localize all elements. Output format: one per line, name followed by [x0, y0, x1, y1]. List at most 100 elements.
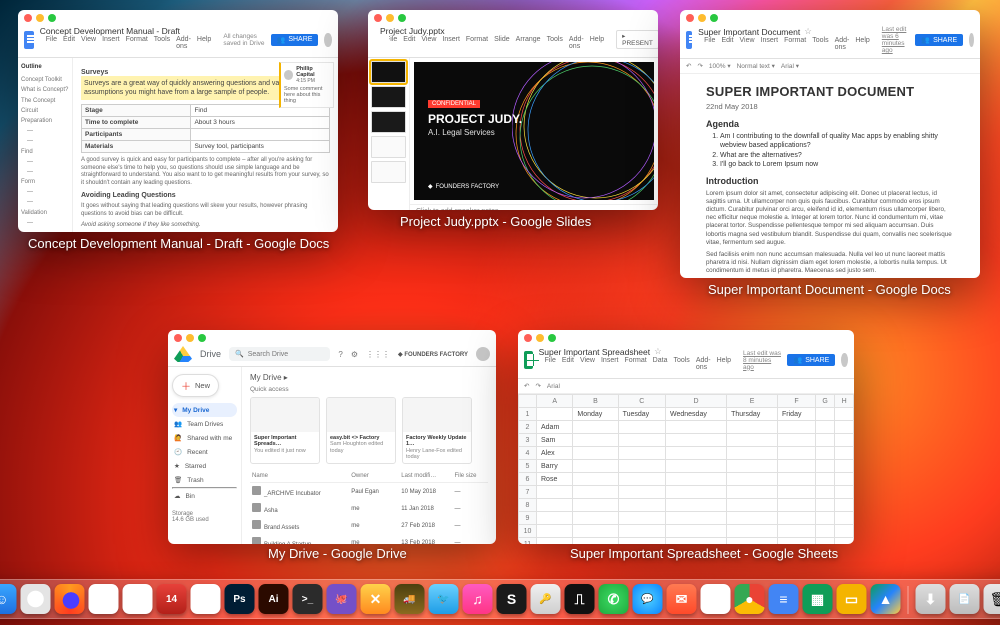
file-table[interactable]: NameOwnerLast modifi…File size _ARCHIVE …	[250, 470, 488, 544]
cell[interactable]	[727, 525, 778, 538]
share-button[interactable]: 👥 SHARE	[787, 354, 835, 366]
outline-item[interactable]: Preparation	[21, 116, 69, 126]
dock-app-firefox[interactable]	[55, 584, 85, 614]
outline-item[interactable]: —	[21, 167, 69, 177]
col-header[interactable]: C	[618, 395, 665, 408]
dock-app-xscope[interactable]: ✕	[361, 584, 391, 614]
menu-item[interactable]: Slide	[494, 36, 510, 50]
cell[interactable]	[835, 512, 854, 525]
row-header[interactable]: 11	[519, 538, 537, 545]
cell[interactable]	[573, 499, 618, 512]
cell[interactable]	[573, 434, 618, 447]
table-header[interactable]: Name	[250, 470, 349, 483]
present-button[interactable]: ▸ PRESENT	[616, 30, 658, 49]
cell[interactable]	[618, 525, 665, 538]
menu-bar[interactable]: FileEditViewInsertFormatDataToolsAdd-ons…	[539, 357, 737, 374]
slide-thumb[interactable]	[371, 61, 406, 83]
cell[interactable]	[618, 460, 665, 473]
dock-trash[interactable]: 🗑	[984, 584, 1000, 614]
menu-item[interactable]: Data	[653, 357, 668, 371]
slide-canvas[interactable]: CONFIDENTIAL PROJECT JUDY. A.I. Legal Se…	[414, 62, 654, 200]
cell[interactable]	[573, 525, 618, 538]
dock-app-sonos[interactable]: S	[497, 584, 527, 614]
breadcrumb[interactable]: My Drive ▸	[250, 371, 488, 386]
cell[interactable]	[778, 512, 816, 525]
row-header[interactable]: 3	[519, 434, 537, 447]
fullscreen-icon[interactable]	[710, 14, 718, 22]
outline-item[interactable]: Concept Toolkit	[21, 75, 69, 85]
table-header[interactable]: Owner	[349, 470, 399, 483]
slide-thumbnails[interactable]	[368, 58, 410, 210]
dock-app-messages[interactable]: 💬	[633, 584, 663, 614]
style-select[interactable]: Normal text ▾	[737, 62, 775, 70]
cell[interactable]	[778, 421, 816, 434]
star-icon[interactable]: ☆	[654, 346, 662, 357]
dock[interactable]: ☺✦✱2214◉PsAi>_🐙✕🚚🐦♫S🔑⎍✆💬✉◆●≡▦▭▲⬇📄🗑	[0, 579, 1000, 619]
avatar[interactable]	[969, 33, 974, 47]
cell[interactable]	[815, 499, 834, 512]
row-header[interactable]: 1	[519, 408, 537, 421]
dock-app-google-sheets[interactable]: ▦	[803, 584, 833, 614]
cell[interactable]: Friday	[778, 408, 816, 421]
menu-item[interactable]: Insert	[442, 36, 460, 50]
doc-title[interactable]: Super Important Spreadsheet	[539, 347, 651, 357]
outline-list[interactable]: Concept ToolkitWhat is Concept?The Conce…	[21, 75, 69, 228]
share-button[interactable]: 👥 SHARE	[271, 34, 319, 46]
dock-app-safari[interactable]: ✦	[21, 584, 51, 614]
col-header[interactable]: D	[666, 395, 727, 408]
menu-bar[interactable]: FileEditViewInsertFormatToolsAdd-onsHelp	[40, 36, 218, 53]
cell[interactable]	[835, 447, 854, 460]
menu-item[interactable]: Format	[466, 36, 488, 50]
cell[interactable]	[727, 512, 778, 525]
menu-item[interactable]: Edit	[403, 36, 415, 50]
cell[interactable]	[727, 473, 778, 486]
menu-item[interactable]: Add-ons	[569, 36, 584, 50]
minimize-icon[interactable]	[36, 14, 44, 22]
doc-title[interactable]: Super Important Document	[698, 27, 800, 37]
cell[interactable]	[666, 447, 727, 460]
dock-app-sketch[interactable]: ◆	[701, 584, 731, 614]
quick-access-card[interactable]: Factory Weekly Update 1…Henry Lane-Fox e…	[402, 397, 472, 464]
cell[interactable]	[573, 538, 618, 545]
traffic-lights[interactable]	[680, 10, 980, 24]
window-docs-concept[interactable]: Concept Development Manual - Draft FileE…	[18, 10, 338, 232]
cell[interactable]: Adam	[537, 421, 573, 434]
col-header[interactable]: B	[573, 395, 618, 408]
menu-item[interactable]: Edit	[63, 36, 75, 50]
cell[interactable]	[835, 486, 854, 499]
sidebar-item[interactable]: ▾My Drive	[172, 403, 237, 417]
cell[interactable]	[727, 447, 778, 460]
minimize-icon[interactable]	[698, 14, 706, 22]
dock-app-illustrator[interactable]: Ai	[259, 584, 289, 614]
dock-app-downloads[interactable]: ⬇	[916, 584, 946, 614]
cell[interactable]	[835, 421, 854, 434]
cell[interactable]	[815, 525, 834, 538]
cell[interactable]	[537, 538, 573, 545]
outline-panel[interactable]: Outline Concept ToolkitWhat is Concept?T…	[18, 58, 73, 232]
row-header[interactable]: 7	[519, 486, 537, 499]
cell[interactable]	[835, 538, 854, 545]
menu-item[interactable]: Add-ons	[835, 37, 850, 51]
dock-app-fantastical[interactable]: 14	[157, 584, 187, 614]
cell[interactable]	[778, 434, 816, 447]
table-row[interactable]: Building A Startupme13 Feb 2018—	[250, 534, 488, 544]
cell[interactable]	[815, 538, 834, 545]
doc-title[interactable]: Project Judy.pptx	[380, 26, 610, 36]
cell[interactable]	[666, 486, 727, 499]
menu-item[interactable]: Format	[784, 37, 806, 51]
cell[interactable]	[666, 473, 727, 486]
cell[interactable]	[618, 434, 665, 447]
cell[interactable]	[666, 538, 727, 545]
new-button[interactable]: ＋New	[172, 374, 219, 397]
traffic-lights[interactable]	[368, 10, 658, 24]
quick-access-card[interactable]: Super Important Spreads…You edited it ju…	[250, 397, 320, 464]
fullscreen-icon[interactable]	[198, 334, 206, 342]
minimize-icon[interactable]	[386, 14, 394, 22]
row-header[interactable]: 4	[519, 447, 537, 460]
cell[interactable]	[835, 408, 854, 421]
comment-card[interactable]: Phillip Capital 4:15 PM Some comment her…	[279, 62, 334, 108]
menu-item[interactable]: Help	[855, 37, 869, 51]
outline-item[interactable]: —	[21, 197, 69, 207]
cell[interactable]	[618, 421, 665, 434]
col-header[interactable]: F	[778, 395, 816, 408]
